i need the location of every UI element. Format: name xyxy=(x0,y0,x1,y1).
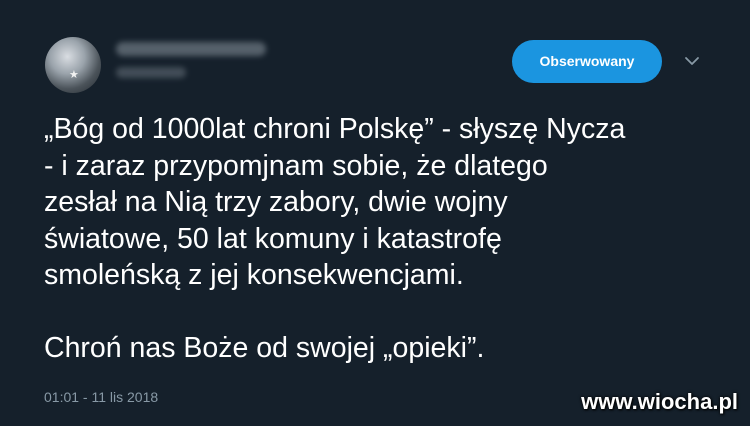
author-display-name-blurred[interactable] xyxy=(116,42,266,56)
tweet-timestamp[interactable]: 01:01 - 11 lis 2018 xyxy=(44,389,158,405)
following-button-label: Obserwowany xyxy=(539,53,635,69)
tweet-line: światowe, 50 lat komuny i katastrofę xyxy=(44,222,502,255)
tweet-line: zesłał na Nią trzy zabory, dwie wojny xyxy=(44,186,508,218)
watermark: www.wiocha.pl xyxy=(581,389,738,414)
tweet-card: ★ Obserwowany „Bóg od 1000lat chroni Pol… xyxy=(0,0,750,426)
tweet-line: smoleńską z jej konsekwencjami. xyxy=(44,259,464,291)
tweet-line: „Bóg od 1000lat chroni Polskę” - słyszę … xyxy=(44,113,626,145)
star-icon: ★ xyxy=(69,69,79,81)
tweet-line: - i zaraz przypomjnam sobie, że dlatego xyxy=(44,149,548,182)
tweet-closing-line: Chroń nas Boże od swojej „opieki”. xyxy=(44,331,485,364)
author-handle-blurred[interactable] xyxy=(116,67,186,78)
tweet-text: „Bóg od 1000lat chroni Polskę” - słyszę … xyxy=(44,111,734,366)
following-button[interactable]: Obserwowany xyxy=(512,40,662,83)
avatar[interactable]: ★ xyxy=(45,37,101,93)
chevron-down-icon[interactable] xyxy=(683,52,701,70)
